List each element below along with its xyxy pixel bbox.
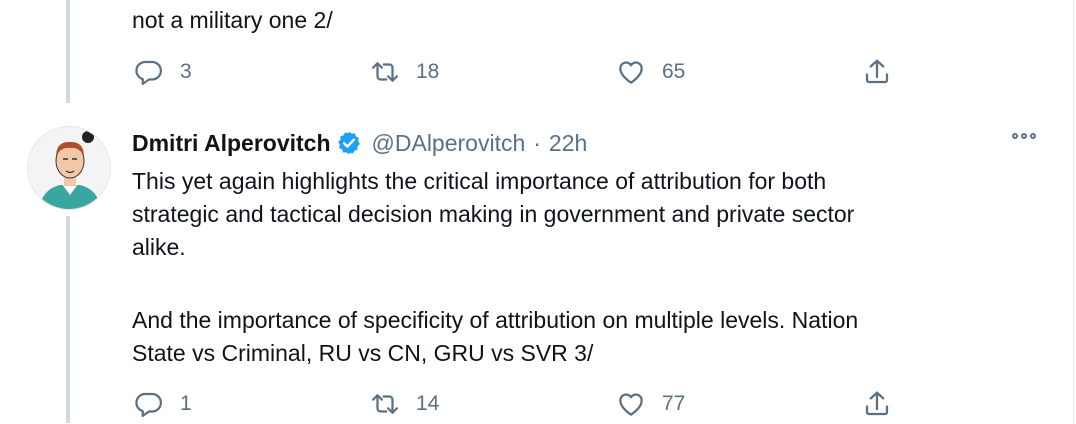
retweet-icon (372, 62, 398, 82)
like-count: 77 (662, 392, 686, 415)
more-options-button[interactable] (1012, 133, 1036, 139)
header-separator: · (533, 129, 541, 156)
share-button[interactable] (862, 389, 892, 424)
share-icon (865, 59, 889, 84)
tweet-text-paragraph-1: This yet again highlights the critical i… (132, 168, 855, 260)
heart-icon (619, 61, 643, 84)
heart-icon (619, 393, 643, 416)
more-options-dot (1030, 133, 1036, 139)
tweet-timestamp[interactable]: 22h (549, 130, 587, 157)
reply-count: 3 (180, 60, 192, 83)
previous-tweet-text: not a military one 2/ (132, 7, 333, 33)
timeline-right-border (1073, 0, 1074, 423)
retweet-button[interactable]: 14 (370, 389, 439, 419)
retweet-count: 14 (416, 392, 440, 415)
previous-like-button[interactable]: 65 (616, 57, 685, 87)
previous-retweet-button[interactable]: 18 (370, 57, 439, 87)
more-options-dot (1021, 133, 1027, 139)
tweet-header: Dmitri Alperovitch @DAlperovitch · 22h (132, 125, 587, 161)
reply-count: 1 (180, 392, 192, 415)
more-options-dot (1012, 133, 1018, 139)
retweet-count: 18 (416, 60, 440, 83)
avatar-illustration (28, 127, 110, 209)
retweet-icon (372, 394, 398, 414)
avatar[interactable] (27, 126, 111, 210)
reply-icon (135, 60, 162, 85)
like-button[interactable]: 77 (616, 389, 685, 419)
tweet-text-paragraph-2: And the importance of specificity of att… (132, 307, 859, 366)
author-name[interactable]: Dmitri Alperovitch (132, 130, 331, 157)
verified-badge-icon (337, 131, 360, 155)
author-handle[interactable]: @DAlperovitch (372, 130, 526, 157)
reply-icon (135, 392, 162, 417)
thread-line-bottom (66, 216, 70, 423)
like-count: 65 (662, 60, 686, 83)
previous-reply-button[interactable]: 3 (134, 57, 192, 87)
thread-line-top (66, 0, 70, 103)
share-icon (865, 391, 889, 416)
previous-share-button[interactable] (862, 57, 892, 92)
reply-button[interactable]: 1 (134, 389, 192, 419)
